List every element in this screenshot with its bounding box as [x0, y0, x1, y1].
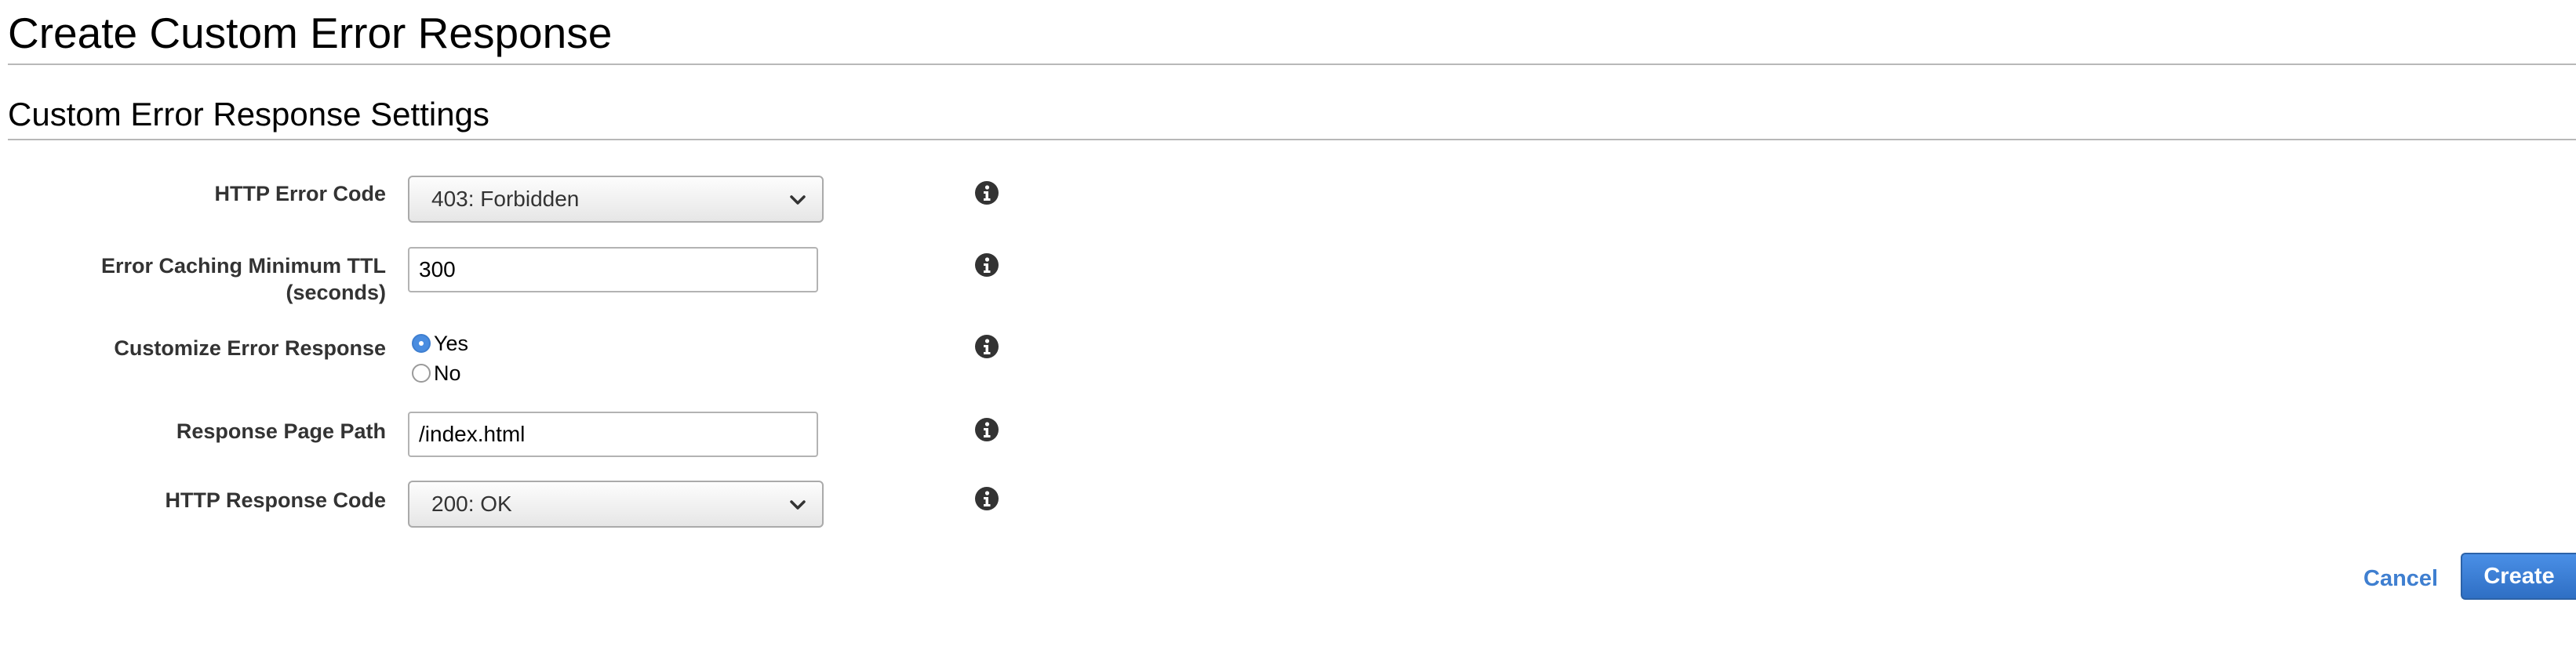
info-icon[interactable]	[974, 334, 999, 359]
page-title: Create Custom Error Response	[8, 9, 613, 57]
info-icon[interactable]	[974, 252, 999, 278]
response-page-path-label: Response Page Path	[176, 419, 386, 443]
http-error-code-select[interactable]: 403: Forbidden	[408, 176, 824, 223]
response-page-path-input[interactable]: /index.html	[408, 412, 818, 457]
info-icon[interactable]	[974, 417, 999, 442]
http-error-code-value: 403: Forbidden	[431, 187, 580, 211]
radio-yes-label: Yes	[434, 332, 469, 355]
section-title: Custom Error Response Settings	[8, 96, 489, 132]
customize-error-response-yes[interactable]: Yes	[412, 330, 468, 357]
radio-no-label: No	[434, 361, 461, 385]
error-caching-ttl-input[interactable]: 300	[408, 247, 818, 292]
section-divider	[8, 139, 2576, 140]
http-response-code-select[interactable]: 200: OK	[408, 481, 824, 528]
customize-error-response-label: Customize Error Response	[114, 336, 386, 360]
http-error-code-label: HTTP Error Code	[214, 182, 386, 205]
error-caching-ttl-label-line2: (seconds)	[286, 281, 386, 304]
create-button[interactable]: Create	[2461, 553, 2576, 600]
radio-no[interactable]	[412, 364, 431, 383]
info-icon[interactable]	[974, 180, 999, 205]
http-response-code-value: 200: OK	[431, 492, 512, 516]
customize-error-response-no[interactable]: No	[412, 360, 461, 387]
radio-yes[interactable]	[412, 334, 431, 353]
chevron-down-icon	[790, 500, 806, 510]
chevron-down-icon	[790, 195, 806, 205]
error-caching-ttl-label: Error Caching Minimum TTL (seconds)	[101, 252, 386, 306]
cancel-button[interactable]: Cancel	[2363, 564, 2438, 593]
http-response-code-label: HTTP Response Code	[165, 488, 386, 512]
info-icon[interactable]	[974, 486, 999, 511]
error-caching-ttl-label-line1: Error Caching Minimum TTL	[100, 254, 386, 278]
title-divider	[8, 64, 2576, 65]
